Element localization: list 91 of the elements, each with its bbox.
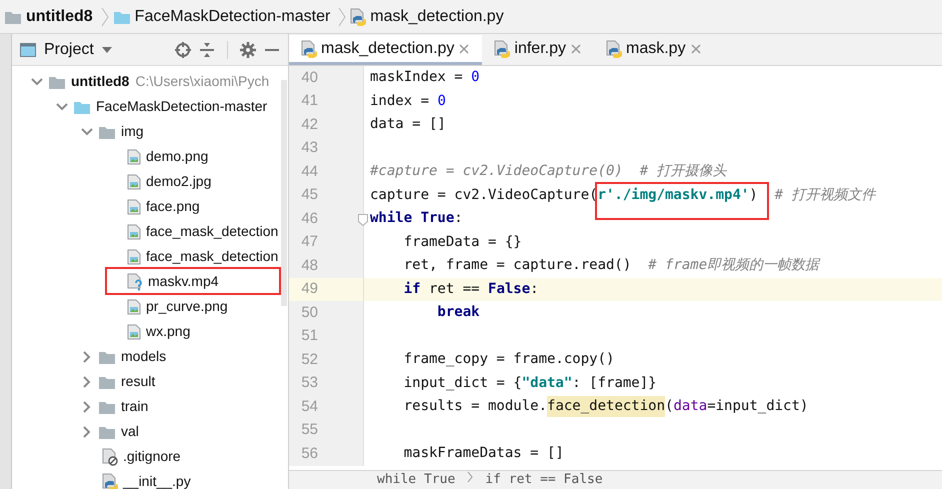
chevron-separator-icon (467, 471, 474, 483)
python-file-icon (301, 40, 317, 58)
fold-marker-icon[interactable] (358, 214, 368, 226)
code-line: index = 0 (369, 92, 446, 111)
close-icon[interactable] (570, 42, 582, 54)
code-line: ret, frame = capture.read() # frame即视频的一帧数据 (402, 256, 820, 276)
python-file-icon (494, 40, 510, 58)
chevron-right-icon[interactable] (83, 350, 91, 362)
tree-item[interactable]: demo2.jpg (146, 171, 212, 192)
chevron-down-icon[interactable] (56, 102, 68, 110)
python-file-icon (102, 472, 118, 489)
collapse-all-icon[interactable] (199, 42, 215, 58)
code-line: while True: (369, 209, 463, 228)
tree-item[interactable]: val (121, 421, 139, 442)
chevron-right-icon[interactable] (83, 376, 91, 388)
code-line: if ret == False: (402, 280, 539, 299)
close-icon[interactable] (690, 42, 702, 54)
tree-item[interactable]: FaceMaskDetection-master (96, 96, 268, 117)
tree-item[interactable]: maskv.mp4 (148, 271, 219, 292)
image-file-icon (127, 248, 141, 264)
line-number: 48 (301, 256, 318, 276)
chevron-down-icon[interactable] (31, 78, 43, 86)
code-line: break (436, 303, 480, 322)
chevron-down-icon[interactable] (81, 128, 93, 136)
breadcrumb-item[interactable]: mask_detection.py (370, 4, 504, 28)
tree-item[interactable]: train (121, 396, 148, 417)
panel-title[interactable]: Project (44, 38, 94, 62)
code-line: maskFrameDatas = [] (402, 444, 564, 464)
settings-icon[interactable] (240, 42, 256, 58)
close-icon[interactable] (458, 42, 470, 54)
line-number: 40 (301, 68, 318, 88)
tree-item[interactable]: pr_curve.png (146, 296, 228, 317)
code-line: results = module.face_detection(data=input_dict) (364, 396, 808, 418)
tree-item[interactable]: __init__.py (123, 471, 191, 489)
line-number: 55 (301, 420, 318, 440)
image-file-icon (127, 198, 141, 214)
image-file-icon (127, 148, 141, 164)
code-line: data = [] (369, 115, 446, 134)
breadcrumb-item[interactable]: untitled8 (26, 4, 93, 28)
editor-tab[interactable]: mask_detection.py (289, 35, 482, 65)
editor-tab[interactable]: infer.py (482, 35, 594, 65)
tree-item[interactable]: untitled8 (71, 71, 130, 92)
python-file-icon (350, 8, 366, 26)
tree-item[interactable]: wx.png (146, 321, 190, 342)
structure-crumb[interactable]: if ret == False (485, 471, 603, 489)
image-file-icon (127, 324, 141, 340)
line-number: 46 (301, 208, 318, 228)
breadcrumb-item[interactable]: FaceMaskDetection-master (134, 4, 330, 28)
tree-item[interactable]: .gitignore (123, 446, 181, 467)
dropdown-caret-icon[interactable] (102, 46, 112, 52)
tree-item[interactable]: face.png (146, 196, 200, 217)
line-number: 44 (301, 162, 318, 182)
line-number: 49 (301, 279, 318, 299)
code-line: maskIndex = 0 (369, 68, 480, 88)
tree-item[interactable]: img (121, 121, 144, 142)
code-line: frameData = {} (402, 232, 522, 252)
editor-tab[interactable]: mask.py (594, 35, 714, 65)
code-line: input_dict = {"data": [frame]} (402, 374, 657, 393)
line-number: 52 (301, 350, 318, 370)
crosshair-icon[interactable] (175, 42, 191, 58)
python-file-icon (606, 40, 622, 58)
line-number: 53 (301, 373, 318, 393)
code-line: #capture = cv2.VideoCapture(0) # 打开摄像头 (369, 162, 727, 182)
line-number: 56 (301, 444, 318, 464)
unknown-file-icon (127, 272, 143, 290)
tree-item[interactable]: face_mask_detection (146, 221, 278, 242)
chevron-right-icon[interactable] (83, 426, 91, 438)
tree-item[interactable]: result (121, 371, 156, 392)
line-number: 42 (301, 114, 318, 134)
code-line: frame_copy = frame.copy() (402, 350, 614, 370)
line-number: 51 (301, 326, 318, 346)
code-line: capture = cv2.VideoCapture(r'./img/maskv.mp4') # 打开视频文件 (364, 184, 876, 206)
ignored-file-icon (102, 448, 118, 466)
line-number: 54 (301, 396, 318, 416)
chevron-separator-icon (100, 6, 109, 26)
structure-crumb[interactable]: while True (377, 471, 456, 489)
chevron-right-icon[interactable] (83, 400, 91, 412)
tree-item[interactable]: models (121, 346, 166, 367)
image-file-icon (127, 298, 141, 314)
image-file-icon (127, 174, 141, 190)
panel-icon (20, 42, 36, 56)
tree-item[interactable]: face_mask_detection (146, 246, 278, 267)
line-number: 43 (301, 138, 318, 158)
image-file-icon (127, 224, 141, 240)
tree-item[interactable]: demo.png (146, 146, 208, 167)
line-number: 47 (301, 232, 318, 252)
line-number: 50 (301, 302, 318, 322)
line-number: 41 (301, 91, 318, 111)
line-number: 45 (301, 185, 318, 205)
chevron-separator-icon (338, 6, 346, 26)
path-hint: C:\Users\xiaomi\Pych (135, 72, 270, 91)
